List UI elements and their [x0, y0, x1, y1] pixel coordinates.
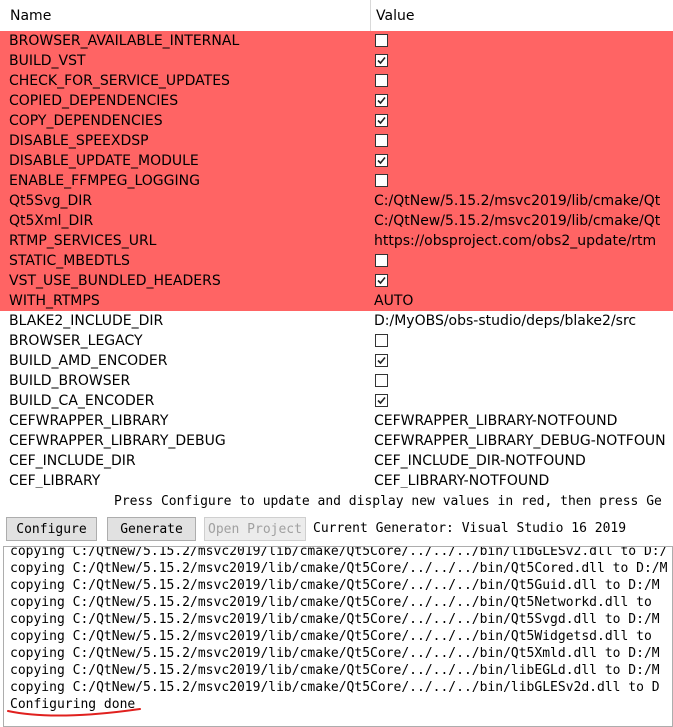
log-line: copying C:/QtNew/5.15.2/msvc2019/lib/cma… — [10, 646, 660, 661]
table-row[interactable]: WITH_RTMPS AUTO — [0, 291, 673, 311]
column-header-name[interactable]: Name — [10, 0, 51, 31]
log-line: copying C:/QtNew/5.15.2/msvc2019/lib/cma… — [10, 680, 660, 695]
row-name: BUILD_AMD_ENCODER — [9, 353, 168, 369]
table-row[interactable]: COPIED_DEPENDENCIES — [0, 91, 673, 111]
log-line: copying C:/QtNew/5.15.2/msvc2019/lib/cma… — [10, 595, 652, 610]
checkbox-icon[interactable] — [375, 354, 388, 367]
row-name: CEF_LIBRARY — [9, 473, 101, 488]
table-row[interactable]: Qt5Svg_DIR C:/QtNew/5.15.2/msvc2019/lib/c… — [0, 191, 673, 211]
table-row[interactable]: CHECK_FOR_SERVICE_UPDATES — [0, 71, 673, 91]
checkbox-icon[interactable] — [375, 114, 388, 127]
row-name: DISABLE_SPEEXDSP — [9, 133, 149, 149]
log-line: copying C:/QtNew/5.15.2/msvc2019/lib/cma… — [10, 629, 652, 644]
row-value[interactable]: https://obsproject.com/obs2_update/rtm — [374, 231, 656, 251]
row-name: BUILD_BROWSER — [9, 373, 131, 389]
table-row[interactable]: Qt5Xml_DIR C:/QtNew/5.15.2/msvc2019/lib/c… — [0, 211, 673, 231]
checkbox-icon[interactable] — [375, 154, 388, 167]
row-name: CEFWRAPPER_LIBRARY_DEBUG — [9, 433, 226, 449]
table-row[interactable]: COPY_DEPENDENCIES — [0, 111, 673, 131]
row-name: CEF_INCLUDE_DIR — [9, 453, 136, 469]
checkmark-icon — [377, 96, 386, 105]
row-value[interactable]: CEFWRAPPER_LIBRARY-NOTFOUND — [374, 411, 617, 431]
table-row[interactable]: STATIC_MBEDTLS — [0, 251, 673, 271]
column-header-value[interactable]: Value — [376, 0, 414, 31]
checkmark-icon — [377, 356, 386, 365]
table-row[interactable]: ENABLE_FFMPEG_LOGGING — [0, 171, 673, 191]
log-line: copying C:/QtNew/5.15.2/msvc2019/lib/cma… — [10, 561, 668, 576]
table-row[interactable]: BUILD_VST — [0, 51, 673, 71]
column-divider[interactable] — [370, 0, 371, 31]
output-log[interactable]: copying C:/QtNew/5.15.2/msvc2019/lib/cma… — [3, 546, 673, 727]
row-name: WITH_RTMPS — [9, 293, 100, 309]
table-row[interactable]: BUILD_AMD_ENCODER — [0, 351, 673, 371]
checkbox-icon[interactable] — [375, 134, 388, 147]
row-name: BUILD_CA_ENCODER — [9, 393, 155, 409]
row-name: BLAKE2_INCLUDE_DIR — [9, 313, 164, 329]
row-value[interactable]: C:/QtNew/5.15.2/msvc2019/lib/cmake/Qt — [374, 191, 660, 211]
row-name: Qt5Xml_DIR — [9, 213, 94, 229]
row-name: BROWSER_LEGACY — [9, 333, 143, 349]
row-name: Qt5Svg_DIR — [9, 193, 93, 209]
configure-button[interactable]: Configure — [6, 517, 97, 541]
checkbox-icon[interactable] — [375, 274, 388, 287]
table-row[interactable]: BROWSER_AVAILABLE_INTERNAL — [0, 31, 673, 51]
table-row[interactable]: CEF_INCLUDE_DIR CEF_INCLUDE_DIR-NOTFOUND — [0, 451, 673, 471]
row-name: BROWSER_AVAILABLE_INTERNAL — [9, 33, 240, 49]
table-row[interactable]: CEFWRAPPER_LIBRARY CEFWRAPPER_LIBRARY-NOT… — [0, 411, 673, 431]
cache-table: Name Value BROWSER_AVAILABLE_INTERNAL BUI… — [0, 0, 673, 488]
checkmark-icon — [377, 276, 386, 285]
checkmark-icon — [377, 116, 386, 125]
checkmark-icon — [377, 56, 386, 65]
row-value[interactable]: D:/MyOBS/obs-studio/deps/blake2/src — [374, 311, 636, 331]
row-name: CEFWRAPPER_LIBRARY — [9, 413, 169, 429]
checkbox-icon[interactable] — [375, 54, 388, 67]
row-name: STATIC_MBEDTLS — [9, 253, 130, 269]
row-value[interactable]: CEF_LIBRARY-NOTFOUND — [374, 471, 549, 488]
action-toolbar: Configure Generate Open Project Current … — [0, 515, 673, 545]
table-row[interactable]: CEF_LIBRARY CEF_LIBRARY-NOTFOUND — [0, 471, 673, 488]
table-body: BROWSER_AVAILABLE_INTERNAL BUILD_VST CHECK… — [0, 31, 673, 488]
checkbox-icon[interactable] — [375, 74, 388, 87]
row-name: DISABLE_UPDATE_MODULE — [9, 153, 199, 169]
row-value[interactable]: C:/QtNew/5.15.2/msvc2019/lib/cmake/Qt — [374, 211, 660, 231]
log-line: copying C:/QtNew/5.15.2/msvc2019/lib/cma… — [10, 663, 660, 678]
row-value[interactable]: CEF_INCLUDE_DIR-NOTFOUND — [374, 451, 586, 471]
checkbox-icon[interactable] — [375, 394, 388, 407]
row-name: CHECK_FOR_SERVICE_UPDATES — [9, 73, 230, 89]
checkbox-icon[interactable] — [375, 34, 388, 47]
log-line: copying C:/QtNew/5.15.2/msvc2019/lib/cma… — [10, 578, 660, 593]
table-row[interactable]: BROWSER_LEGACY — [0, 331, 673, 351]
checkbox-icon[interactable] — [375, 94, 388, 107]
open-project-button: Open Project — [204, 517, 306, 541]
generate-button[interactable]: Generate — [107, 517, 196, 541]
checkbox-icon[interactable] — [375, 174, 388, 187]
log-line: copying C:/QtNew/5.15.2/msvc2019/lib/cma… — [10, 612, 660, 627]
checkbox-icon[interactable] — [375, 254, 388, 267]
row-name: ENABLE_FFMPEG_LOGGING — [9, 173, 200, 189]
row-name: COPY_DEPENDENCIES — [9, 113, 163, 129]
table-row[interactable]: BLAKE2_INCLUDE_DIR D:/MyOBS/obs-studio/de… — [0, 311, 673, 331]
configure-hint-text: Press Configure to update and display ne… — [114, 494, 662, 509]
table-row[interactable]: DISABLE_UPDATE_MODULE — [0, 151, 673, 171]
row-value[interactable]: AUTO — [374, 291, 413, 311]
row-name: COPIED_DEPENDENCIES — [9, 93, 179, 109]
table-row[interactable]: RTMP_SERVICES_URL https://obsproject.com/… — [0, 231, 673, 251]
checkmark-icon — [377, 396, 386, 405]
checkmark-icon — [377, 156, 386, 165]
checkbox-icon[interactable] — [375, 374, 388, 387]
table-header: Name Value — [0, 0, 673, 32]
row-name: RTMP_SERVICES_URL — [9, 233, 157, 249]
row-name: VST_USE_BUNDLED_HEADERS — [9, 273, 221, 289]
table-row[interactable]: DISABLE_SPEEXDSP — [0, 131, 673, 151]
table-row[interactable]: BUILD_CA_ENCODER — [0, 391, 673, 411]
row-name: BUILD_VST — [9, 53, 86, 69]
red-underline-annotation — [7, 708, 141, 717]
checkbox-icon[interactable] — [375, 334, 388, 347]
row-value[interactable]: CEFWRAPPER_LIBRARY_DEBUG-NOTFOUN — [374, 431, 666, 451]
table-row[interactable]: BUILD_BROWSER — [0, 371, 673, 391]
current-generator-label: Current Generator: Visual Studio 16 2019 — [313, 521, 627, 536]
table-row[interactable]: VST_USE_BUNDLED_HEADERS — [0, 271, 673, 291]
table-row[interactable]: CEFWRAPPER_LIBRARY_DEBUG CEFWRAPPER_LIBRA… — [0, 431, 673, 451]
log-line: copying C:/QtNew/5.15.2/msvc2019/lib/cma… — [10, 546, 668, 559]
